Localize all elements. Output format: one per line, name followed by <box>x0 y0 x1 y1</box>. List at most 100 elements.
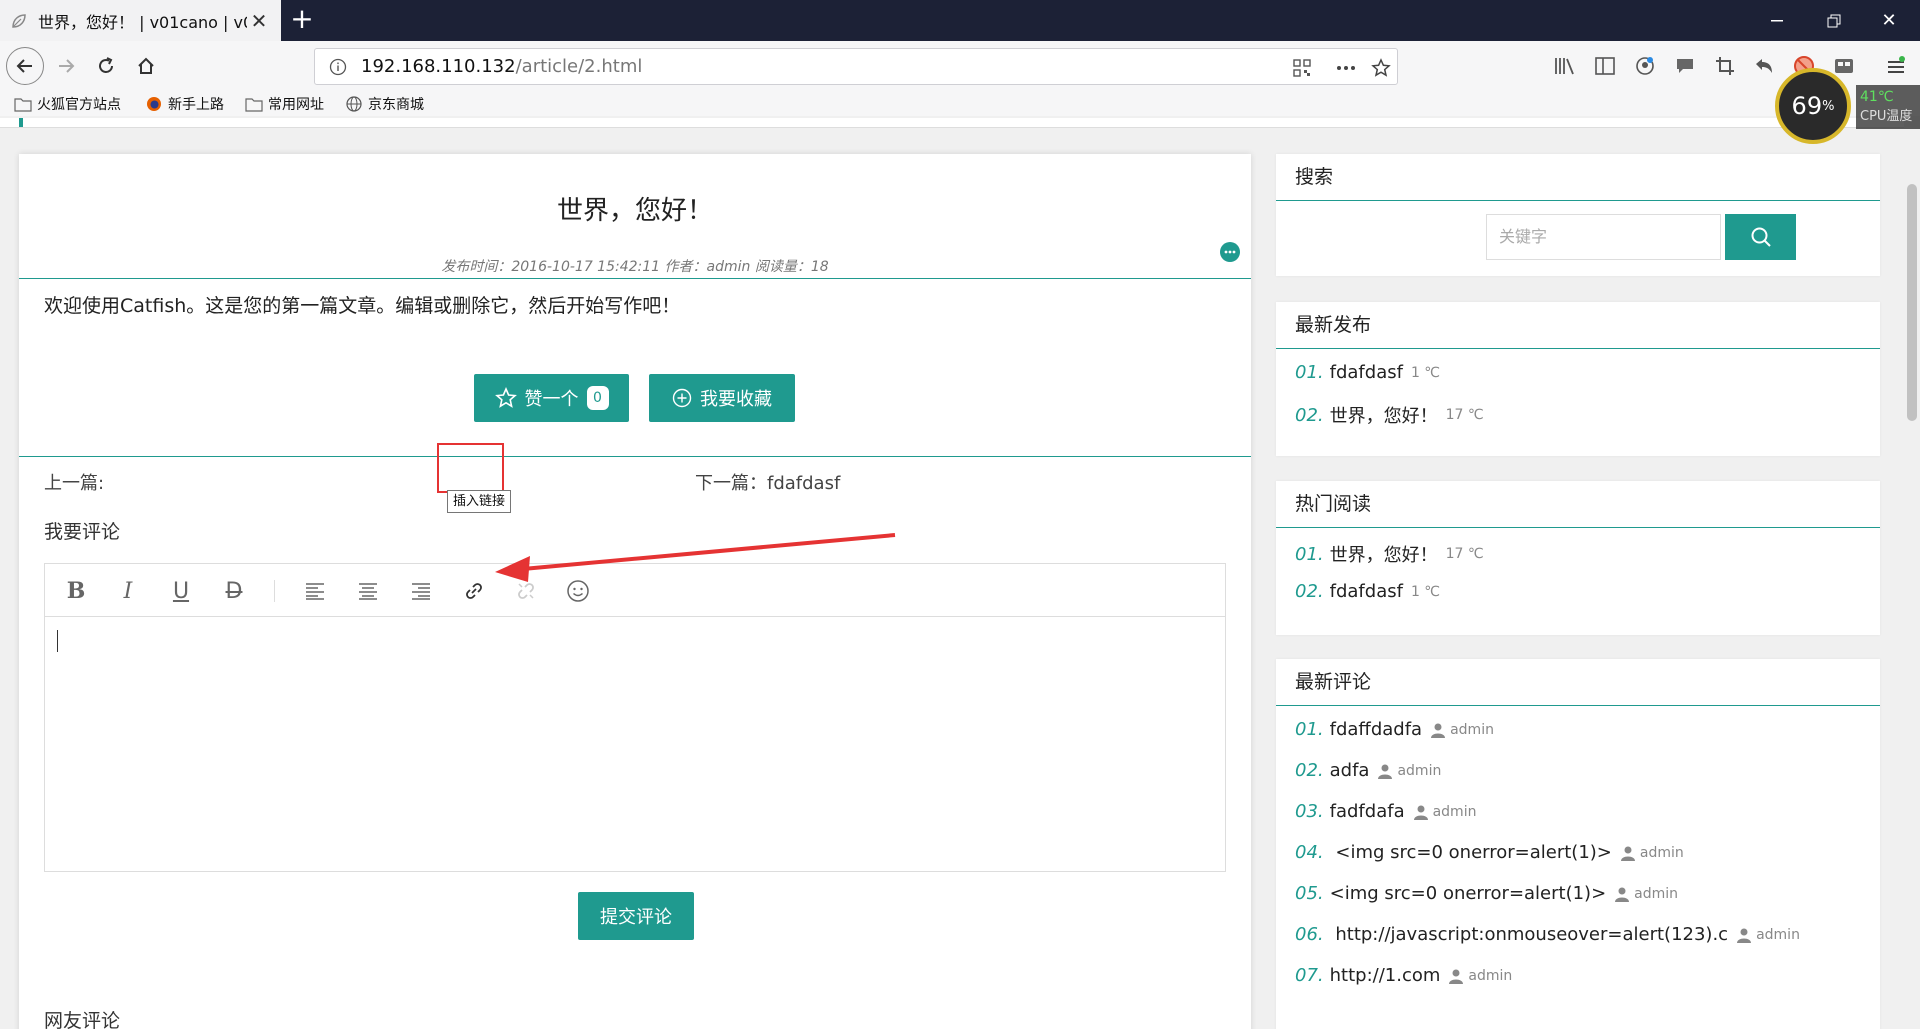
comment-author: admin <box>1620 845 1684 861</box>
address-bar[interactable]: 192.168.110.132/article/2.html <box>314 48 1398 85</box>
bookmark-label: 火狐官方站点 <box>37 97 121 113</box>
bookmark-firefox-official[interactable]: 火狐官方站点 <box>14 94 121 114</box>
tab-close-icon[interactable]: ✕ <box>247 9 271 33</box>
reload-icon[interactable] <box>88 48 124 84</box>
bookmark-label: 新手上路 <box>168 97 224 113</box>
item-number: 02. <box>1295 760 1324 781</box>
emoji-icon[interactable] <box>563 576 593 606</box>
user-icon <box>1614 886 1630 902</box>
url-host: 192.168.110.132 <box>361 56 516 77</box>
folder-icon <box>14 96 32 112</box>
qr-code-icon[interactable] <box>1291 57 1313 79</box>
window-close-icon[interactable]: ✕ <box>1866 0 1912 41</box>
search-panel: 搜索 关键字 <box>1276 154 1880 276</box>
scrollbar-thumb[interactable] <box>1907 184 1917 421</box>
author-name: admin <box>1397 762 1442 779</box>
underline-icon[interactable]: U <box>166 576 196 606</box>
list-item[interactable]: 02. 世界，您好！ 17 ℃ <box>1295 402 1484 428</box>
list-item[interactable]: 01. 世界，您好！ 17 ℃ <box>1295 541 1484 567</box>
align-right-icon[interactable] <box>406 576 436 606</box>
like-button[interactable]: 赞一个 0 <box>474 374 629 422</box>
url-path: /article/2.html <box>515 56 643 77</box>
user-icon <box>1413 804 1429 820</box>
comment-text: fdaffdadfa <box>1329 719 1423 740</box>
favorite-button[interactable]: 我要收藏 <box>649 374 795 422</box>
list-item[interactable]: 01. fdaffdadfa admin <box>1295 719 1494 740</box>
browser-tab-active[interactable]: 世界，您好！ | v01cano | v01c ✕ <box>0 0 281 41</box>
submit-label: 提交评论 <box>600 907 672 928</box>
home-icon[interactable] <box>128 48 164 84</box>
bookmark-getting-started[interactable]: 新手上路 <box>145 94 224 114</box>
list-item[interactable]: 02. adfa admin <box>1295 760 1441 781</box>
search-icon <box>1750 226 1772 248</box>
library-icon[interactable] <box>1553 54 1577 78</box>
user-icon <box>1377 763 1393 779</box>
list-item[interactable]: 07. http://1.com admin <box>1295 965 1512 986</box>
comment-text: <img src=0 onerror=alert(1)> <box>1329 883 1607 904</box>
item-number: 01. <box>1295 543 1324 565</box>
minimize-icon[interactable] <box>1754 0 1800 41</box>
firefox-icon <box>145 96 163 112</box>
insert-link-icon[interactable] <box>459 576 489 606</box>
comment-author: admin <box>1736 927 1800 943</box>
chat-icon[interactable] <box>1673 54 1697 78</box>
comment-author: admin <box>1413 804 1476 820</box>
list-item[interactable]: 06. http://javascript:onmouseover=alert(… <box>1295 924 1800 945</box>
strikethrough-icon[interactable]: D <box>219 576 249 606</box>
list-item[interactable]: 05. <img src=0 onerror=alert(1)> admin <box>1295 883 1678 904</box>
restore-icon[interactable] <box>1811 0 1857 41</box>
page-actions-icon[interactable] <box>1335 57 1357 79</box>
prev-article-link[interactable]: 上一篇: <box>44 469 104 495</box>
article-meta: 发布时间：2016-10-17 15:42:11 作者：admin 阅读量：18 <box>441 259 829 275</box>
align-center-icon[interactable] <box>353 576 383 606</box>
item-number: 04. <box>1295 842 1324 863</box>
toolbar-separator <box>274 580 275 602</box>
cpu-temp-box: 41℃ CPU温度 <box>1856 85 1920 129</box>
cpu-monitor-widget[interactable]: 69% 41℃ CPU温度 <box>1775 68 1920 144</box>
item-number: 01. <box>1295 362 1324 383</box>
article-card: 世界，您好！ 发布时间：2016-10-17 15:42:11 作者：admin… <box>19 154 1251 1029</box>
author-name: admin <box>1756 926 1800 943</box>
bold-icon[interactable]: B <box>61 576 91 606</box>
recent-comments-panel: 最新评论 01. fdaffdadfa admin 02. adfa admin 03. fa… <box>1276 659 1880 1029</box>
bookmark-star-icon[interactable] <box>1370 57 1392 79</box>
comment-heading: 我要评论 <box>44 521 121 543</box>
new-tab-icon[interactable]: + <box>288 5 316 34</box>
crop-icon[interactable] <box>1713 54 1737 78</box>
italic-icon[interactable]: I <box>113 576 143 606</box>
favorite-label: 我要收藏 <box>700 389 772 410</box>
list-item[interactable]: 02. fdafdasf 1 ℃ <box>1295 581 1440 602</box>
site-info-icon[interactable] <box>327 56 349 78</box>
bookmark-label: 京东商城 <box>368 97 424 113</box>
bookmark-jd-mall[interactable]: 京东商城 <box>345 94 424 114</box>
comment-author: admin <box>1614 886 1678 902</box>
item-heat: 1 ℃ <box>1410 583 1441 600</box>
bookmark-common-sites[interactable]: 常用网址 <box>245 94 324 114</box>
like-count-badge: 0 <box>586 386 609 410</box>
list-item[interactable]: 04. <img src=0 onerror=alert(1)> admin <box>1295 842 1684 863</box>
account-icon[interactable] <box>1633 54 1657 78</box>
unlink-icon[interactable] <box>511 576 541 606</box>
search-button[interactable] <box>1725 214 1796 260</box>
divider <box>19 456 1251 457</box>
recent-comments-heading: 最新评论 <box>1276 659 1880 706</box>
align-left-icon[interactable] <box>300 576 330 606</box>
search-heading: 搜索 <box>1276 154 1880 201</box>
page-scrollbar[interactable] <box>1904 118 1920 1029</box>
search-input[interactable]: 关键字 <box>1486 214 1721 260</box>
comment-text: <img src=0 onerror=alert(1)> <box>1329 842 1612 863</box>
next-article-link[interactable]: 下一篇：fdafdasf <box>695 469 840 495</box>
forward-icon[interactable] <box>48 48 84 84</box>
comment-text: adfa <box>1329 760 1370 781</box>
comment-editor[interactable]: B I U D <box>44 563 1226 872</box>
sidebar-icon[interactable] <box>1593 54 1617 78</box>
like-label: 赞一个 <box>524 389 579 410</box>
folder-icon <box>245 96 263 112</box>
back-icon[interactable] <box>6 47 44 85</box>
list-item[interactable]: 01. fdafdasf 1 ℃ <box>1295 362 1440 383</box>
undo-icon[interactable] <box>1752 54 1776 78</box>
list-item[interactable]: 03. fadfdafa admin <box>1295 801 1476 822</box>
author-name: admin <box>1468 967 1513 984</box>
item-heat: 17 ℃ <box>1445 407 1484 423</box>
submit-comment-button[interactable]: 提交评论 <box>578 892 694 940</box>
